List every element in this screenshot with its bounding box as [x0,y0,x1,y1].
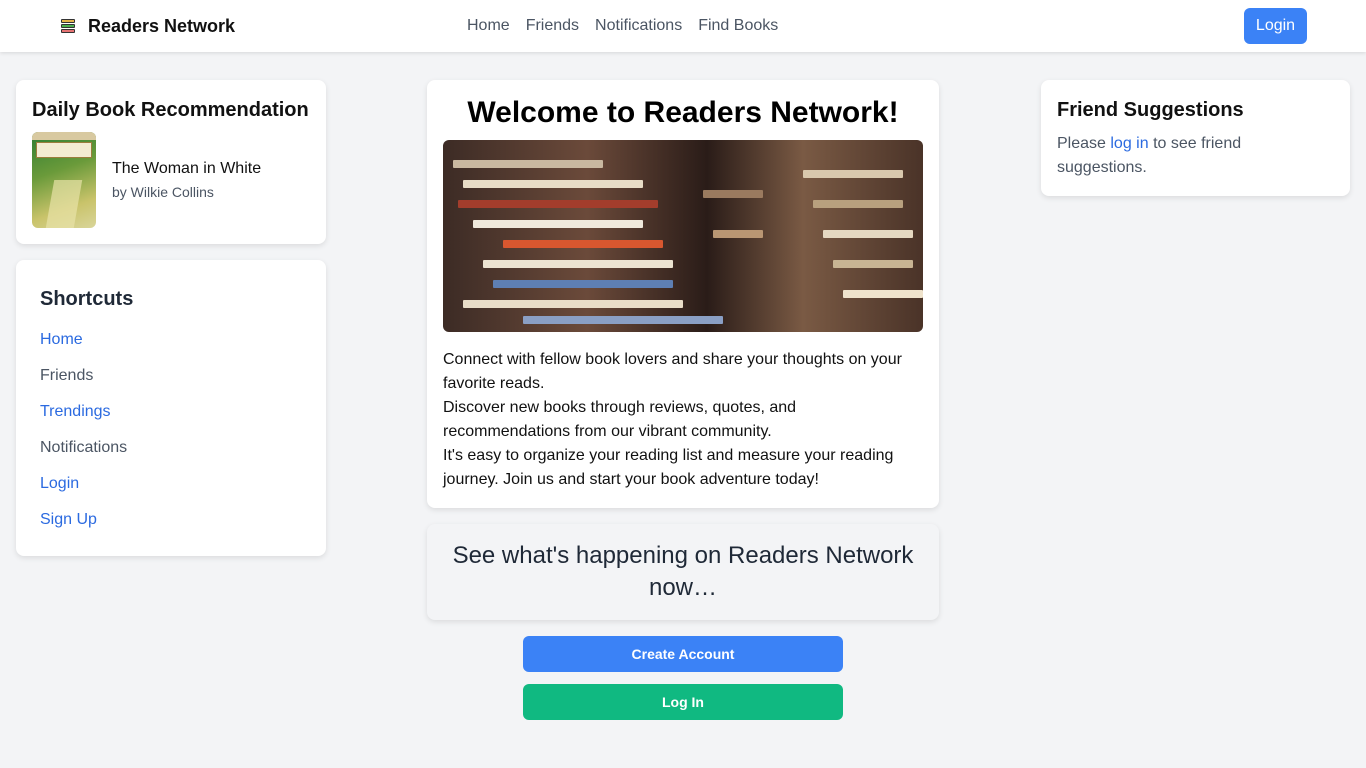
top-navbar: Readers Network Home Friends Notificatio… [0,0,1366,52]
nav-link-friends[interactable]: Friends [526,16,579,36]
book-cover-image[interactable] [32,132,96,228]
welcome-description: Connect with fellow book lovers and shar… [443,348,923,492]
daily-heading: Daily Book Recommendation [32,99,309,121]
shortcut-trendings[interactable]: Trendings [40,403,111,421]
brand[interactable]: Readers Network [60,15,235,37]
welcome-card: Welcome to Readers Network! Connect with… [427,80,939,508]
shortcut-friends[interactable]: Friends [40,367,93,385]
friend-suggestions-heading: Friend Suggestions [1057,99,1244,121]
create-account-button[interactable]: Create Account [523,636,843,672]
happening-now-card: See what's happening on Readers Network … [427,524,939,620]
bookstore-hero-image [443,140,923,332]
log-in-button[interactable]: Log In [523,684,843,720]
shortcut-login[interactable]: Login [40,475,79,493]
book-author: by Wilkie Collins [112,184,214,200]
nav-link-find-books[interactable]: Find Books [698,16,778,36]
shortcuts-card: Shortcuts Home Friends Trendings Notific… [16,260,326,556]
nav-login-button[interactable]: Login [1244,8,1307,44]
welcome-line-2: Discover new books through reviews, quot… [443,399,797,440]
books-icon [60,18,76,34]
friend-suggestions-message: Please log in to see friend suggestions. [1057,132,1317,180]
welcome-line-1: Connect with fellow book lovers and shar… [443,351,902,392]
brand-name[interactable]: Readers Network [88,16,235,37]
shortcut-notifications[interactable]: Notifications [40,439,127,457]
nav-link-notifications[interactable]: Notifications [595,16,682,36]
shortcut-home[interactable]: Home [40,331,83,349]
friend-suggestions-prefix: Please [1057,135,1111,152]
nav-links: Home Friends Notifications Find Books [467,16,794,36]
shortcut-sign-up[interactable]: Sign Up [40,511,97,529]
welcome-heading: Welcome to Readers Network! [467,96,899,129]
nav-link-home[interactable]: Home [467,16,510,36]
shortcuts-heading: Shortcuts [40,288,134,310]
welcome-line-3: It's easy to organize your reading list … [443,447,894,488]
book-title[interactable]: The Woman in White [112,160,261,178]
friend-suggestions-card: Friend Suggestions Please log in to see … [1041,80,1350,196]
daily-recommendation-card: Daily Book Recommendation The Woman in W… [16,80,326,244]
friend-suggestions-login-link[interactable]: log in [1110,135,1148,152]
happening-now-text: See what's happening on Readers Network … [452,542,914,601]
